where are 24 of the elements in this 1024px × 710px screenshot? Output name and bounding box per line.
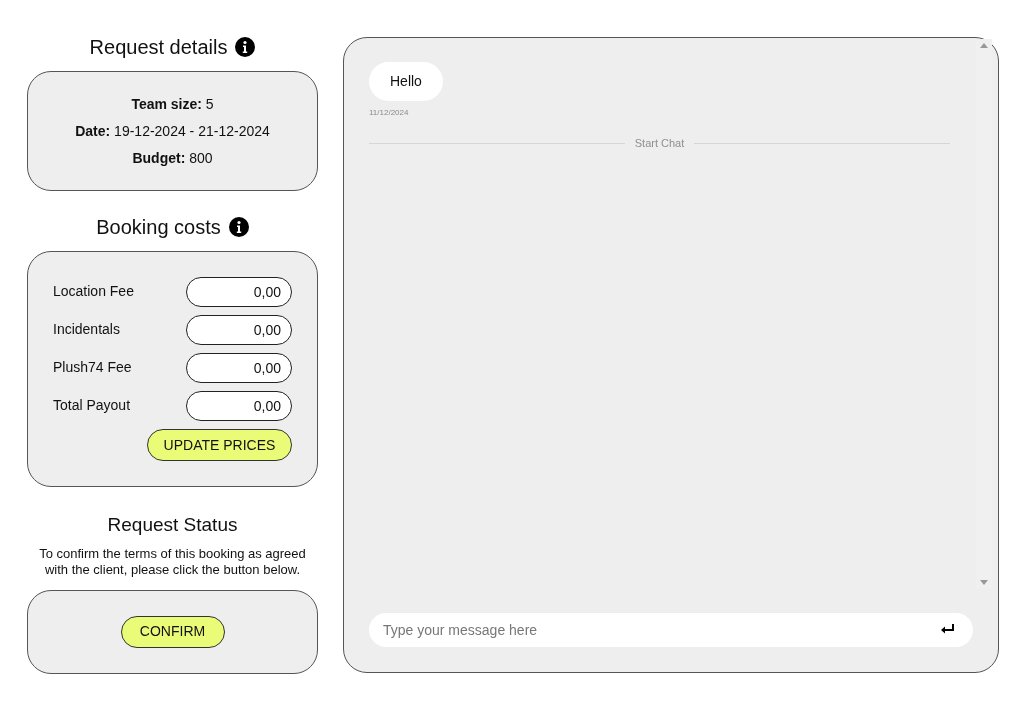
confirm-button[interactable]: CONFIRM: [120, 615, 225, 648]
section-title: Request details: [89, 35, 228, 60]
divider-label: Start Chat: [634, 136, 685, 151]
amount-field[interactable]: 0,00: [186, 353, 292, 383]
field-label: Total Payout: [53, 396, 131, 415]
section-title: Request Status: [107, 513, 238, 537]
message-time: 11/12/2024: [369, 107, 409, 119]
field-label: Plush74 Fee: [53, 358, 132, 377]
section-title: Booking costs: [96, 215, 221, 240]
field-label: Incidentals: [53, 320, 120, 339]
detail-text: Date: 19-12-2024 - 21-12-2024: [75, 121, 270, 141]
status-description: To confirm the terms of this booking as agreed with the client, please click the button below.: [38, 545, 307, 578]
info-icon[interactable]: [235, 37, 256, 57]
detail-text: Team size: 5: [131, 94, 214, 114]
message-bubble: Hello: [369, 62, 443, 101]
amount-field[interactable]: 0,00: [186, 391, 292, 421]
message-field[interactable]: Type your message here: [369, 613, 973, 647]
enter-icon[interactable]: [941, 624, 955, 635]
update-prices-button[interactable]: UPDATE PRICES: [147, 429, 292, 461]
detail-text: Budget: 800: [132, 148, 213, 168]
amount-field[interactable]: 0,00: [186, 277, 292, 307]
info-icon[interactable]: [228, 217, 249, 237]
field-label: Location Fee: [53, 282, 134, 301]
amount-field[interactable]: 0,00: [186, 315, 292, 345]
